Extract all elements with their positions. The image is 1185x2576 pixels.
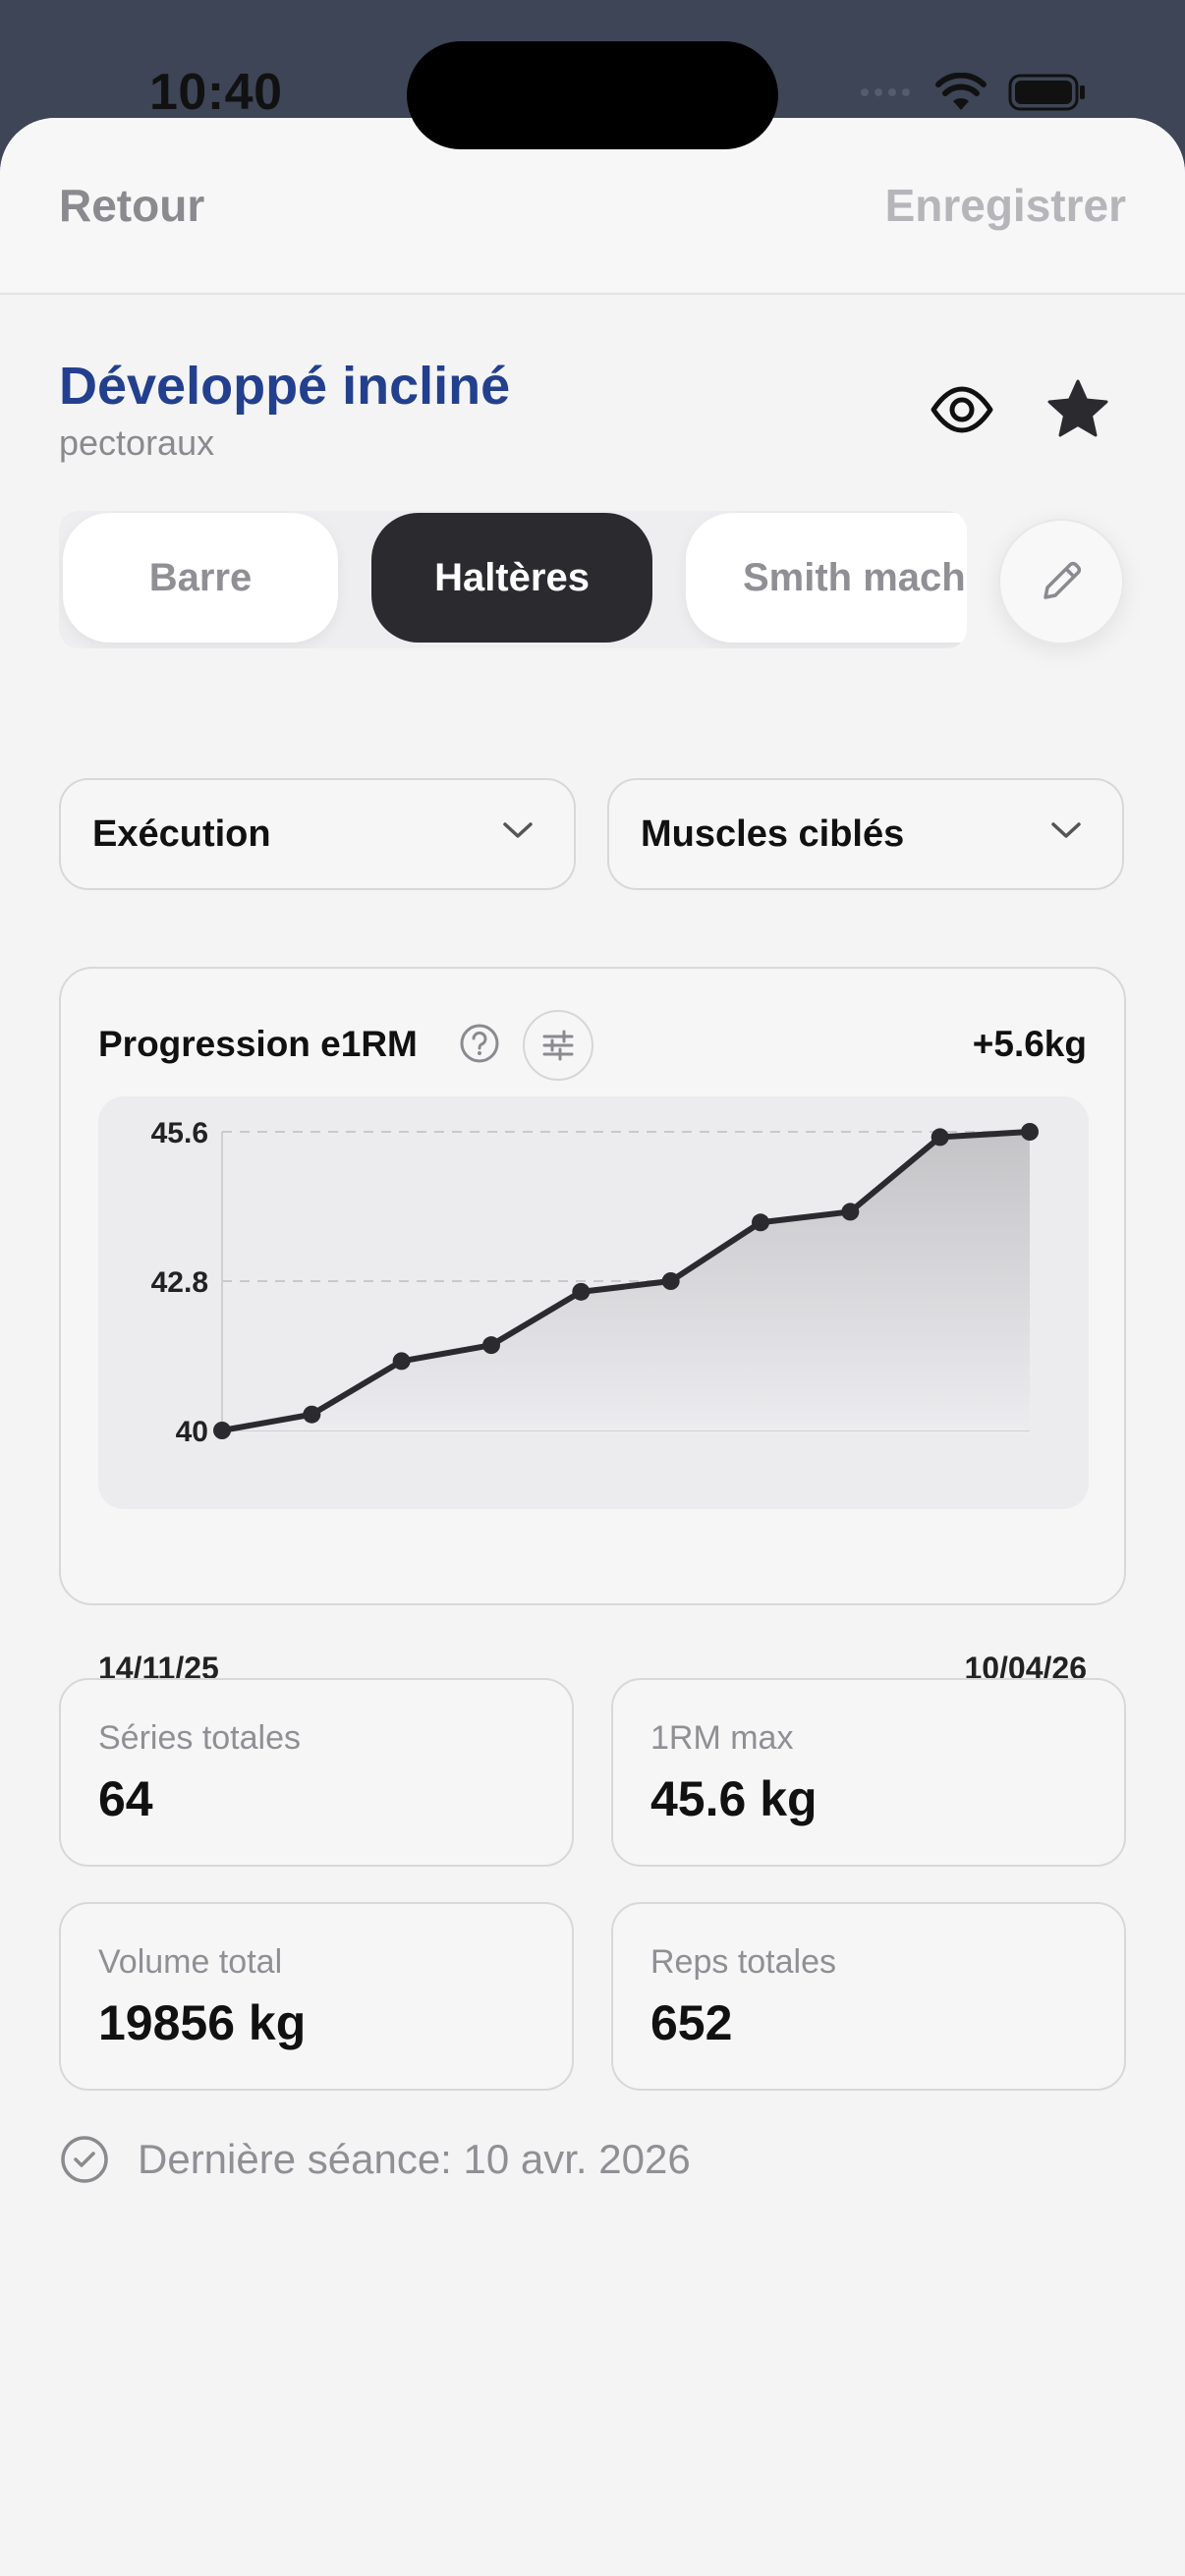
status-icons: [859, 73, 1087, 112]
stat-value: 64: [98, 1771, 153, 1826]
back-button[interactable]: Retour: [59, 179, 204, 232]
visibility-button[interactable]: [928, 375, 996, 444]
tab-barre[interactable]: Barre: [63, 513, 338, 643]
exercise-title: Développé incliné: [59, 357, 511, 416]
y-tick-label: 42.8: [151, 1266, 208, 1299]
status-time: 10:40: [149, 64, 283, 121]
data-point: [1021, 1123, 1039, 1141]
sliders-icon: [542, 1030, 574, 1061]
chart-settings-button[interactable]: [523, 1010, 593, 1081]
stat-card-sets: Séries totales 64: [59, 1678, 574, 1867]
exercise-sheet: Retour Enregistrer Développé incliné pec…: [0, 118, 1185, 2576]
tab-smith-machine[interactable]: Smith machine: [686, 513, 967, 643]
battery-icon: [1008, 74, 1085, 111]
chart-delta: +5.6kg: [972, 1024, 1087, 1064]
chevron-down-icon: [1051, 822, 1081, 838]
chevron-down-icon: [503, 822, 533, 838]
data-point: [931, 1128, 949, 1147]
data-point: [213, 1422, 231, 1439]
save-button[interactable]: Enregistrer: [885, 179, 1126, 232]
series-area: [222, 1132, 1030, 1430]
muscles-dropdown-label: Muscles ciblés: [641, 812, 905, 855]
favorite-button[interactable]: [1044, 375, 1112, 444]
y-tick-label: 40: [176, 1416, 208, 1448]
help-icon[interactable]: [458, 1022, 501, 1065]
data-point: [841, 1203, 860, 1221]
stat-label: Reps totales: [650, 1943, 836, 1981]
data-point: [572, 1282, 591, 1301]
muscles-dropdown[interactable]: Muscles ciblés: [607, 778, 1124, 890]
progression-chart-card: Progression e1RM +5.6kg 40 42.8 45.6 14/11…: [59, 967, 1126, 1686]
stat-label: 1RM max: [650, 1719, 794, 1757]
signal-icon: [861, 88, 910, 96]
star-icon: [1047, 379, 1108, 437]
tab-halteres[interactable]: Haltères: [371, 513, 652, 643]
edit-equipment-button[interactable]: [998, 519, 1124, 644]
last-session: Dernière séance: 10 avr. 2026: [59, 2134, 691, 2185]
progression-line-chart: 40 42.8 45.6: [151, 1117, 1039, 1448]
plot-area: 40 42.8 45.6: [98, 1096, 1089, 1509]
stat-label: Volume total: [98, 1943, 283, 1981]
wifi-icon: [935, 73, 987, 110]
stat-card-reps: Reps totales 652: [611, 1902, 1126, 2091]
stat-value: 19856 kg: [98, 1995, 307, 2050]
stat-label: Séries totales: [98, 1719, 301, 1757]
stat-value: 652: [650, 1995, 733, 2050]
execution-dropdown-label: Exécution: [92, 812, 271, 855]
stat-value: 45.6 kg: [650, 1771, 818, 1826]
pencil-icon: [1044, 561, 1082, 599]
stat-card-volume: Volume total 19856 kg: [59, 1902, 574, 2091]
stat-card-max-1rm: 1RM max 45.6 kg: [611, 1678, 1126, 1867]
eye-icon: [931, 386, 993, 433]
equipment-tabs[interactable]: Barre Haltères Smith machine: [59, 511, 967, 648]
check-circle-icon: [61, 2136, 108, 2183]
data-point: [482, 1336, 500, 1355]
last-session-text: Dernière séance: 10 avr. 2026: [138, 2136, 691, 2182]
chart-title: Progression e1RM: [98, 1024, 418, 1064]
data-point: [752, 1213, 769, 1232]
data-point: [303, 1405, 321, 1424]
exercise-muscle-group: pectoraux: [59, 422, 215, 463]
dynamic-island: [407, 41, 778, 149]
data-point: [661, 1272, 680, 1290]
data-point: [392, 1352, 411, 1371]
execution-dropdown[interactable]: Exécution: [59, 778, 576, 890]
y-tick-label: 45.6: [151, 1117, 208, 1149]
